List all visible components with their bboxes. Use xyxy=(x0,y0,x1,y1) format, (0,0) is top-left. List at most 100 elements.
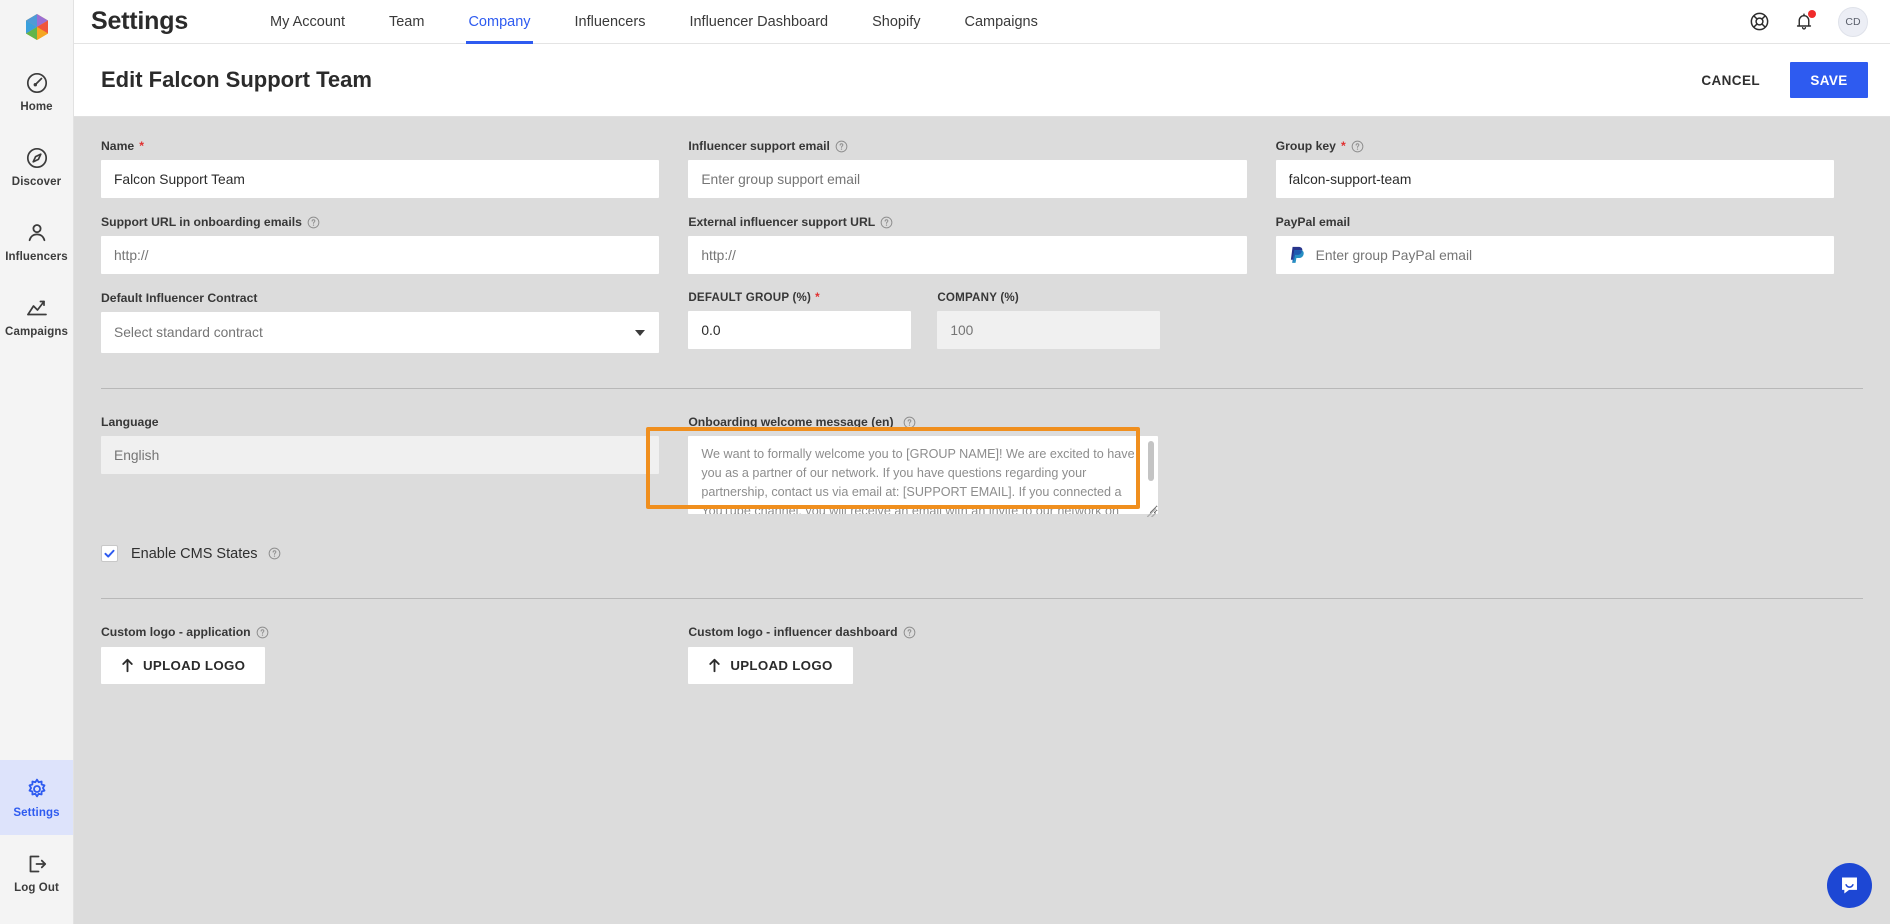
company-pct-label-text: COMPANY (%) xyxy=(937,291,1019,304)
textarea-resize-handle[interactable] xyxy=(1147,508,1156,517)
field-default-contract: Default Influencer Contract xyxy=(101,291,659,353)
field-company-pct: COMPANY (%) xyxy=(937,291,1160,349)
chart-icon xyxy=(25,296,49,320)
help-button[interactable] xyxy=(1749,11,1770,32)
help-circle-icon[interactable] xyxy=(903,416,916,429)
section-divider-1 xyxy=(101,388,1863,389)
sidebar-item-home[interactable]: Home xyxy=(0,54,73,129)
required-marker: * xyxy=(139,139,144,153)
default-group-pct-label-text: DEFAULT GROUP (%) xyxy=(688,291,811,304)
page-title: Edit Falcon Support Team xyxy=(101,67,372,93)
external-support-url-input[interactable] xyxy=(688,236,1246,274)
section-divider-2 xyxy=(101,598,1863,599)
person-icon xyxy=(25,221,49,245)
form-column-3: Group key * PayPal email xyxy=(1276,139,1863,370)
paypal-email-input[interactable] xyxy=(1276,236,1834,274)
company-pct-label: COMPANY (%) xyxy=(937,291,1160,304)
default-contract-select[interactable] xyxy=(101,312,659,353)
form-column-6 xyxy=(1276,415,1863,536)
tab-campaigns[interactable]: Campaigns xyxy=(942,0,1059,44)
influencer-support-email-input[interactable] xyxy=(688,160,1246,198)
tab-influencers[interactable]: Influencers xyxy=(553,0,668,44)
logout-icon xyxy=(25,852,49,876)
form-column-2: Influencer support email External influe… xyxy=(688,139,1275,370)
sidebar-item-label: Influencers xyxy=(5,251,67,263)
form-content: Name * Support URL in onboarding emails xyxy=(74,117,1890,924)
company-pct-input xyxy=(937,311,1160,349)
upload-column-1: Custom logo - application UPLOAD LOGO xyxy=(101,625,688,684)
upload-logo-application-button[interactable]: UPLOAD LOGO xyxy=(101,647,265,684)
page-header: Edit Falcon Support Team CANCEL SAVE xyxy=(74,44,1890,117)
tab-my-account[interactable]: My Account xyxy=(248,0,367,44)
help-circle-icon[interactable] xyxy=(1351,140,1364,153)
cancel-button[interactable]: CANCEL xyxy=(1681,62,1780,98)
onboarding-message-textarea[interactable]: We want to formally welcome you to [GROU… xyxy=(688,436,1158,514)
form-grid: Name * Support URL in onboarding emails xyxy=(101,139,1863,370)
textarea-scrollbar[interactable] xyxy=(1148,441,1154,481)
help-circle-icon[interactable] xyxy=(903,626,916,639)
name-label-text: Name xyxy=(101,139,134,153)
support-url-label: Support URL in onboarding emails xyxy=(101,215,659,229)
sidebar-item-label: Campaigns xyxy=(5,326,68,338)
upload-logo-dashboard-label: UPLOAD LOGO xyxy=(730,658,832,673)
sidebar-primary-nav: Home Discover Influencers xyxy=(0,54,73,354)
sidebar-item-logout[interactable]: Log Out xyxy=(0,835,73,910)
paypal-input-wrap xyxy=(1276,236,1834,274)
app-title: Settings xyxy=(91,7,188,36)
main-column: Settings My Account Team Company Influen… xyxy=(74,0,1890,924)
paypal-email-label: PayPal email xyxy=(1276,215,1834,229)
form-grid-2: Language Onboarding welcome message (en) xyxy=(101,415,1863,536)
name-label: Name * xyxy=(101,139,659,153)
support-url-input[interactable] xyxy=(101,236,659,274)
field-language: Language xyxy=(101,415,659,474)
help-circle-icon[interactable] xyxy=(256,626,269,639)
chat-launcher-button[interactable] xyxy=(1827,863,1872,908)
group-key-input[interactable] xyxy=(1276,160,1834,198)
support-url-label-text: Support URL in onboarding emails xyxy=(101,215,302,229)
tab-company[interactable]: Company xyxy=(446,0,552,44)
enable-cms-states-row: Enable CMS States xyxy=(101,545,1863,562)
sidebar-item-label: Log Out xyxy=(14,882,59,894)
group-key-label: Group key * xyxy=(1276,139,1834,153)
sidebar-spacer xyxy=(0,354,73,760)
onboarding-message-label-text: Onboarding welcome message (en) xyxy=(688,415,893,429)
sidebar-item-label: Discover xyxy=(12,176,61,188)
sidebar-item-influencers[interactable]: Influencers xyxy=(0,204,73,279)
tab-influencer-dashboard[interactable]: Influencer Dashboard xyxy=(667,0,850,44)
upload-column-3 xyxy=(1276,625,1863,684)
default-group-pct-input[interactable] xyxy=(688,311,911,349)
field-group-key: Group key * xyxy=(1276,139,1834,198)
sidebar-item-discover[interactable]: Discover xyxy=(0,129,73,204)
save-button[interactable]: SAVE xyxy=(1790,62,1868,98)
app-root: Home Discover Influencers xyxy=(0,0,1890,924)
language-input xyxy=(101,436,659,474)
help-circle-icon[interactable] xyxy=(880,216,893,229)
field-paypal-email: PayPal email xyxy=(1276,215,1834,274)
field-default-group-pct: DEFAULT GROUP (%) * xyxy=(688,291,911,349)
sidebar-item-campaigns[interactable]: Campaigns xyxy=(0,279,73,354)
enable-cms-states-checkbox[interactable] xyxy=(101,545,118,562)
avatar[interactable]: CD xyxy=(1838,7,1868,37)
custom-logo-dashboard-label-text: Custom logo - influencer dashboard xyxy=(688,625,897,639)
help-circle-icon[interactable] xyxy=(835,140,848,153)
field-name: Name * xyxy=(101,139,659,198)
hexagon-logo-icon xyxy=(24,13,50,41)
language-label-text: Language xyxy=(101,415,159,429)
notifications-button[interactable] xyxy=(1794,11,1814,32)
default-group-pct-label: DEFAULT GROUP (%) * xyxy=(688,291,911,304)
paypal-email-label-text: PayPal email xyxy=(1276,215,1351,229)
help-circle-icon[interactable] xyxy=(307,216,320,229)
app-logo[interactable] xyxy=(0,0,73,54)
field-commission-split: DEFAULT GROUP (%) * COMPANY (%) xyxy=(688,291,1246,349)
lifebuoy-icon xyxy=(1749,11,1770,32)
default-contract-select-wrap xyxy=(101,312,659,353)
sidebar-item-settings[interactable]: Settings xyxy=(0,760,73,835)
upload-logo-dashboard-button[interactable]: UPLOAD LOGO xyxy=(688,647,852,684)
name-input[interactable] xyxy=(101,160,659,198)
tab-team[interactable]: Team xyxy=(367,0,446,44)
gear-icon xyxy=(25,777,49,801)
influencer-support-email-label: Influencer support email xyxy=(688,139,1246,153)
onboarding-textarea-wrap: We want to formally welcome you to [GROU… xyxy=(688,436,1158,519)
help-circle-icon[interactable] xyxy=(268,547,281,560)
tab-shopify[interactable]: Shopify xyxy=(850,0,942,44)
